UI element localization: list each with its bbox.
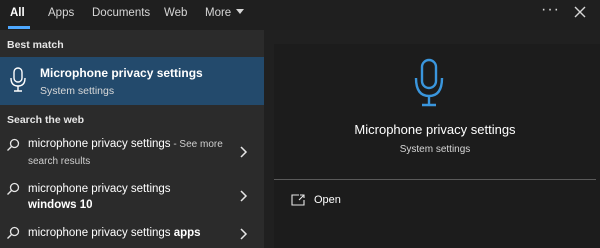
- preview-title: Microphone privacy settings: [354, 122, 516, 137]
- tab-documents[interactable]: Documents: [92, 7, 150, 19]
- best-match-title: Microphone privacy settings: [40, 66, 203, 80]
- best-match-heading: Best match: [7, 39, 64, 51]
- preview-panel: Microphone privacy settings System setti…: [274, 44, 600, 248]
- open-action[interactable]: Open: [274, 190, 596, 212]
- search-icon: [7, 226, 20, 239]
- chevron-right-icon: [240, 146, 248, 158]
- web-result-query: microphone privacy settings: [28, 138, 171, 150]
- results-panel: Best match Microphone privacy settings S…: [0, 30, 264, 248]
- web-result-bold: windows 10: [28, 199, 93, 211]
- microphone-icon: [10, 67, 26, 92]
- web-result[interactable]: microphone privacy settings - See more s…: [0, 134, 264, 174]
- divider: [274, 179, 596, 180]
- open-window-icon: [291, 194, 305, 206]
- search-filter-bar: All Apps Documents Web More ···: [0, 0, 600, 30]
- chevron-down-icon: [236, 9, 245, 14]
- tab-all[interactable]: All: [10, 7, 25, 19]
- web-result-text: microphone privacy settings apps: [28, 225, 228, 241]
- tab-web[interactable]: Web: [164, 7, 187, 19]
- web-result-bold: apps: [173, 227, 201, 239]
- preview-subtitle: System settings: [399, 144, 471, 155]
- search-icon: [7, 182, 20, 195]
- search-icon: [7, 138, 20, 151]
- microphone-icon: [414, 58, 444, 107]
- best-match-subtitle: System settings: [40, 85, 115, 97]
- web-result-query: microphone privacy settings: [28, 227, 174, 239]
- web-result[interactable]: microphone privacy settings apps: [0, 222, 264, 248]
- web-result-text: microphone privacy settings windows 10: [28, 181, 228, 213]
- chevron-right-icon: [240, 190, 248, 202]
- ellipsis-icon[interactable]: ···: [541, 1, 560, 19]
- tab-more[interactable]: More: [205, 7, 245, 19]
- close-icon[interactable]: [572, 4, 588, 20]
- web-result[interactable]: microphone privacy settings windows 10: [0, 178, 264, 216]
- best-match-result[interactable]: Microphone privacy settings System setti…: [0, 57, 264, 105]
- active-tab-indicator: [8, 26, 30, 29]
- tab-apps[interactable]: Apps: [48, 7, 74, 19]
- open-label: Open: [314, 194, 341, 206]
- search-web-heading: Search the web: [7, 114, 85, 126]
- chevron-right-icon: [240, 228, 248, 240]
- tab-more-label: More: [205, 7, 232, 19]
- web-result-query: microphone privacy settings: [28, 183, 171, 195]
- web-result-text: microphone privacy settings - See more s…: [28, 136, 228, 170]
